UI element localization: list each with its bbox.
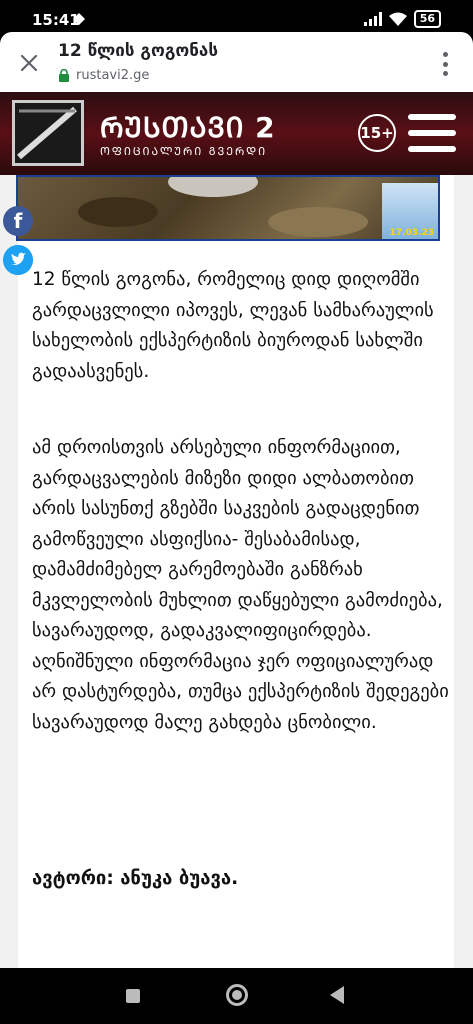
facebook-icon[interactable]: f	[3, 206, 33, 236]
age-rating-badge: 15+	[358, 114, 396, 152]
article-author: ავტორი: ანუკა ბუავა.	[32, 868, 239, 889]
lock-icon	[59, 69, 69, 82]
navigation-arrow-icon	[73, 13, 85, 25]
battery-icon: 56	[413, 10, 441, 28]
recents-square-icon[interactable]	[126, 989, 140, 1003]
close-icon[interactable]	[18, 52, 40, 74]
site-header: ᲠᲣᲡᲗᲐᲕᲘ 2 ᲝᲤᲘᲪᲘᲐᲚᲣᲠᲘ ᲒᲕᲔᲠᲓᲘ 15+	[0, 92, 473, 175]
signal-icon	[363, 12, 382, 26]
home-circle-icon[interactable]	[226, 984, 248, 1006]
article-paragraph-1: 12 წლის გოგონა, რომელიც დიდ დიღომში გარდ…	[32, 269, 434, 382]
more-vert-icon[interactable]	[441, 52, 449, 76]
site-logo[interactable]	[12, 100, 84, 166]
page-title: 12 წლის გოგონას	[58, 41, 218, 61]
logo-subtitle: ᲝᲤᲘᲪᲘᲐᲚᲣᲠᲘ ᲒᲕᲔᲠᲓᲘ	[100, 145, 268, 158]
logo-text: ᲠᲣᲡᲗᲐᲕᲘ 2	[100, 111, 276, 144]
browser-bar: 12 წლის გოგონას rustavi2.ge	[0, 32, 473, 92]
page-url: rustavi2.ge	[76, 68, 150, 83]
content-area: 17.03.23 12 წლის გოგონა, რომელიც დიდ დიღ…	[0, 175, 473, 968]
hamburger-icon[interactable]	[408, 114, 456, 152]
wifi-icon	[388, 12, 407, 26]
article-paragraph-2: ამ დროისთვის არსებული ინფორმაციით, გარდა…	[32, 437, 449, 733]
photo-date: 17.03.23	[389, 228, 434, 238]
logo-emblem-icon	[17, 106, 77, 160]
status-icons: 56	[363, 10, 441, 28]
system-nav-bar	[0, 968, 473, 1024]
twitter-icon[interactable]	[3, 245, 33, 275]
back-triangle-icon[interactable]	[330, 986, 344, 1004]
page-url-row: rustavi2.ge	[58, 68, 149, 83]
article-photo[interactable]: 17.03.23	[16, 175, 440, 241]
